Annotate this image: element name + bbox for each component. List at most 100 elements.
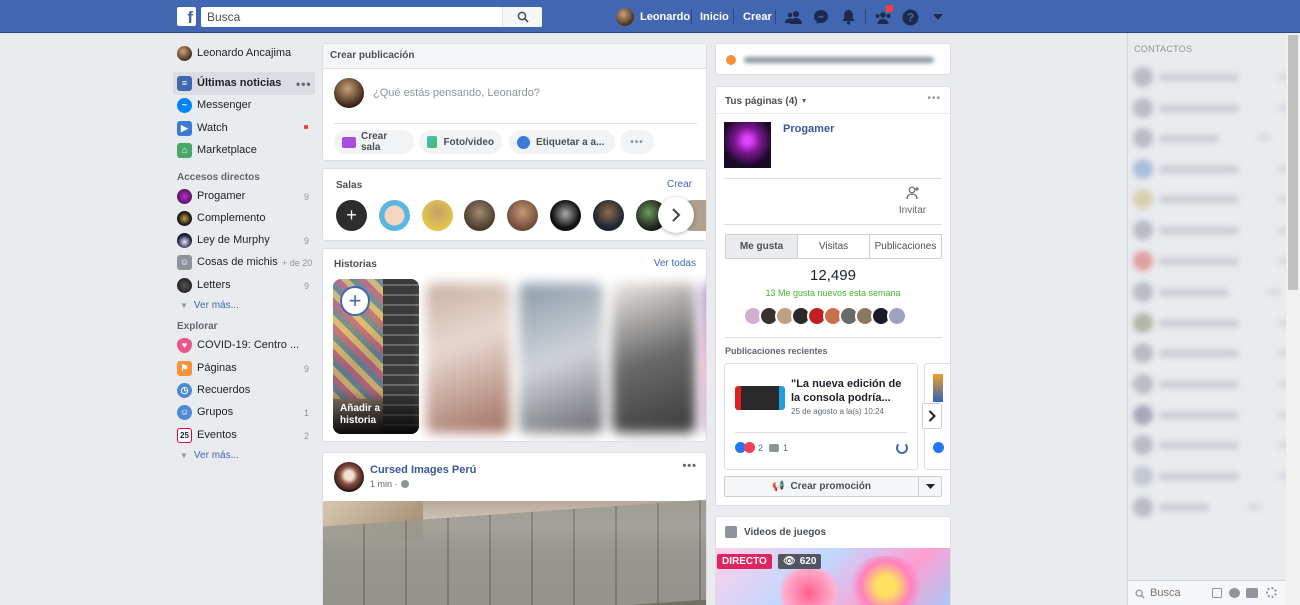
contact-item[interactable] bbox=[1133, 435, 1291, 455]
create-room-button[interactable]: Crear sala bbox=[334, 130, 414, 154]
new-message-icon[interactable] bbox=[1212, 588, 1222, 598]
see-more-explore-link[interactable]: ▼ Ver más... bbox=[180, 450, 239, 461]
sidebar-item-progamer[interactable]: Progamer bbox=[177, 186, 245, 206]
photo-video-button[interactable]: Foto/video bbox=[419, 130, 502, 154]
more-options-icon[interactable]: ••• bbox=[296, 77, 312, 91]
notifications-bell-icon[interactable] bbox=[839, 8, 857, 26]
sidebar-item-cosas-de-michis[interactable]: ☺ Cosas de michis bbox=[177, 252, 278, 272]
page-name-link[interactable]: Progamer bbox=[783, 123, 834, 135]
sidebar-item-label: Ley de Murphy bbox=[197, 234, 270, 246]
story-thumbnail[interactable] bbox=[703, 283, 706, 433]
gaming-icon bbox=[725, 526, 737, 538]
sidebar-item-watch[interactable]: ▶ Watch bbox=[177, 118, 228, 138]
contact-item[interactable] bbox=[1133, 343, 1291, 363]
room-avatar[interactable] bbox=[550, 200, 581, 231]
sidebar-item-memories[interactable]: ◷ Recuerdos bbox=[177, 380, 250, 400]
search-button[interactable] bbox=[502, 7, 542, 27]
contact-item[interactable] bbox=[1133, 374, 1291, 394]
contact-item[interactable] bbox=[1133, 405, 1291, 425]
room-avatar[interactable] bbox=[422, 200, 453, 231]
invite-button[interactable]: Invitar bbox=[896, 186, 929, 216]
recent-posts-next-button[interactable] bbox=[922, 403, 942, 429]
video-call-icon[interactable] bbox=[1246, 588, 1258, 598]
add-story-card[interactable]: + Añadir a historia bbox=[333, 279, 419, 434]
contact-item[interactable] bbox=[1133, 466, 1291, 486]
tab-posts[interactable]: Publicaciones bbox=[870, 235, 941, 258]
contact-item[interactable] bbox=[1133, 189, 1291, 209]
create-link[interactable]: Crear bbox=[743, 0, 772, 33]
sidebar-item-letters[interactable]: Letters bbox=[177, 275, 231, 295]
search-icon bbox=[517, 11, 529, 23]
tab-visits[interactable]: Visitas bbox=[798, 235, 870, 258]
more-options-icon[interactable]: ••• bbox=[620, 130, 654, 154]
room-avatar[interactable] bbox=[593, 200, 624, 231]
messenger-icon[interactable] bbox=[812, 8, 830, 26]
page-scrollbar[interactable] bbox=[1286, 33, 1300, 605]
see-all-stories-link[interactable]: Ver todas bbox=[654, 258, 696, 269]
help-icon[interactable]: ? bbox=[901, 8, 919, 26]
search-input[interactable] bbox=[201, 7, 501, 27]
promotion-options-chevron-down-icon[interactable] bbox=[919, 477, 941, 496]
divider bbox=[735, 432, 907, 433]
contact-item[interactable] bbox=[1133, 313, 1291, 333]
post-image[interactable] bbox=[323, 499, 706, 605]
story-thumbnail[interactable] bbox=[426, 283, 510, 433]
more-options-icon[interactable]: ••• bbox=[682, 460, 697, 472]
recent-post-card[interactable]: "La nueva edición de la consola podría..… bbox=[724, 363, 918, 470]
create-promotion-button[interactable]: 📢 Crear promoción bbox=[725, 477, 919, 496]
sidebar-item-complemento[interactable]: Complemento bbox=[177, 208, 265, 228]
contact-item[interactable] bbox=[1133, 282, 1281, 302]
sidebar-item-news-feed[interactable]: ≡ Últimas noticias bbox=[177, 73, 281, 93]
avatar[interactable] bbox=[334, 462, 364, 492]
post-time[interactable]: 1 min · bbox=[370, 479, 398, 489]
contact-item[interactable] bbox=[1133, 67, 1291, 87]
sidebar-profile[interactable]: Leonardo Ancajima bbox=[177, 43, 291, 63]
friend-requests-icon[interactable] bbox=[785, 8, 803, 26]
rooms-next-button[interactable] bbox=[658, 197, 694, 233]
room-avatar[interactable] bbox=[464, 200, 495, 231]
tab-likes[interactable]: Me gusta bbox=[726, 235, 798, 258]
profile-link[interactable]: Leonardo bbox=[616, 0, 690, 33]
sidebar-item-label: Últimas noticias bbox=[197, 77, 282, 89]
contact-item[interactable] bbox=[1133, 159, 1291, 179]
contact-item[interactable] bbox=[1133, 220, 1291, 240]
composer-input[interactable]: ¿Qué estás pensando, Leonardo? bbox=[373, 87, 540, 99]
sidebar-item-pages[interactable]: ⚑ Páginas bbox=[177, 358, 237, 378]
group-chat-icon[interactable] bbox=[1229, 588, 1240, 598]
contact-item[interactable] bbox=[1133, 251, 1291, 271]
facebook-logo-icon[interactable]: f bbox=[177, 7, 196, 26]
groups-icon[interactable] bbox=[874, 5, 893, 26]
likers-avatars[interactable] bbox=[743, 306, 907, 326]
calendar-icon: 25 bbox=[177, 427, 192, 443]
contact-item[interactable] bbox=[1133, 98, 1291, 118]
account-menu-chevron-down-icon[interactable] bbox=[929, 8, 947, 26]
page-cover-image[interactable] bbox=[724, 122, 771, 168]
room-avatar[interactable] bbox=[379, 200, 410, 231]
scrollbar-thumb[interactable] bbox=[1288, 35, 1298, 290]
sidebar-item-messenger[interactable]: ~ Messenger bbox=[177, 95, 251, 115]
sidebar-item-marketplace[interactable]: ⌂ Marketplace bbox=[177, 140, 257, 160]
live-video-thumbnail[interactable]: DIRECTO 👁 620 bbox=[716, 548, 950, 605]
create-room-icon[interactable]: + bbox=[336, 200, 367, 231]
contacts-search-input[interactable] bbox=[1150, 585, 1210, 601]
sidebar-item-events[interactable]: 25 Eventos bbox=[177, 425, 237, 445]
more-options-icon[interactable]: ••• bbox=[927, 93, 941, 104]
contact-item[interactable] bbox=[1133, 128, 1271, 148]
group-icon: ☺ bbox=[177, 254, 192, 270]
sidebar-item-ley-de-murphy[interactable]: Ley de Murphy bbox=[177, 230, 270, 250]
see-more-shortcuts-link[interactable]: ▼ Ver más... bbox=[180, 300, 239, 311]
story-thumbnail[interactable] bbox=[612, 283, 696, 433]
home-link[interactable]: Inicio bbox=[700, 0, 729, 33]
sidebar-item-groups[interactable]: ☺ Grupos bbox=[177, 402, 233, 422]
create-room-link[interactable]: Crear bbox=[667, 179, 692, 190]
story-thumbnail[interactable] bbox=[519, 283, 603, 433]
notice-card[interactable] bbox=[715, 43, 951, 75]
pages-panel-title-row[interactable]: Tus páginas (4) ▼ bbox=[725, 96, 808, 107]
sidebar-item-covid[interactable]: ♥ COVID-19: Centro ... bbox=[177, 335, 299, 355]
contacts-search-bar bbox=[1128, 580, 1287, 605]
post-author[interactable]: Cursed Images Perú bbox=[370, 464, 476, 476]
tag-friends-button[interactable]: Etiquetar a a... bbox=[509, 130, 615, 154]
contact-item[interactable] bbox=[1133, 497, 1261, 517]
room-avatar[interactable] bbox=[507, 200, 538, 231]
gear-icon[interactable] bbox=[1266, 587, 1277, 598]
